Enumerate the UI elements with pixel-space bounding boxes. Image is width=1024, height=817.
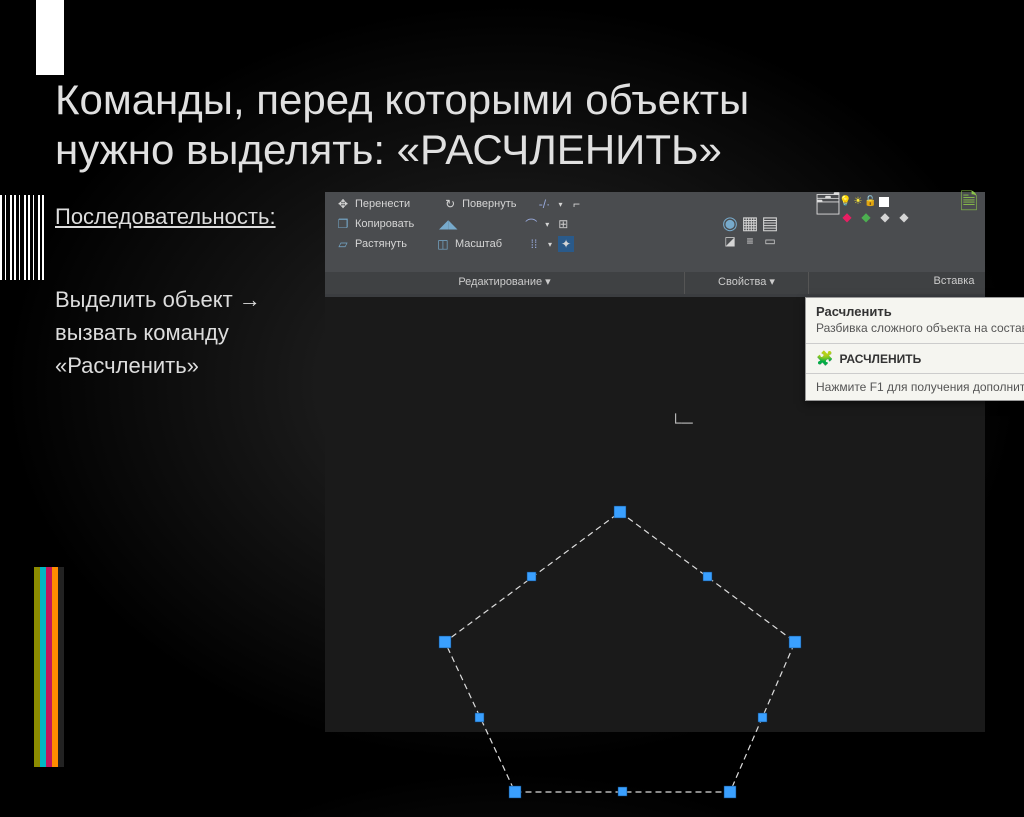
props-icon-5[interactable]: ≡ [742, 233, 758, 249]
dropdown-icon[interactable]: ▾ [545, 220, 549, 229]
rotate-button[interactable]: ↻ Повернуть [442, 196, 516, 212]
step-1: Выделить объект → [55, 283, 276, 316]
move-button[interactable]: ✥ Перенести [335, 196, 410, 212]
slide-body: Последовательность: Выделить объект → вы… [55, 200, 276, 382]
ribbon-layers-panel: 🗂 💡 ☀ 🔓 ◆ ◆ ◆ ◆ 🗎 [816, 192, 981, 272]
mirror-icon: ◢◣ [440, 216, 456, 232]
lock-icon[interactable]: 🔓 [864, 196, 876, 207]
ribbon: ✥ Перенести ↻ Повернуть -/· ▾ ⌐ ❐ Копиро… [325, 192, 985, 294]
tooltip-command-row: 🧩 РАСЧЛЕНИТЬ [806, 343, 1024, 373]
fillet-icon[interactable]: ⌒ [523, 216, 539, 232]
rotate-icon: ↻ [442, 196, 458, 212]
dropdown-icon[interactable]: ▾ [558, 200, 562, 209]
tooltip-help: Нажмите F1 для получения дополнительной … [806, 373, 1024, 400]
props-icon-2[interactable]: ▦ [742, 215, 758, 231]
slide-title: Команды, перед которыми объекты нужно вы… [55, 75, 749, 176]
sequence-label: Последовательность: [55, 200, 276, 233]
copy-button[interactable]: ❐ Копировать [335, 216, 414, 232]
stretch-button[interactable]: ▱ Растянуть [335, 236, 407, 252]
cad-screenshot: ✥ Перенести ↻ Повернуть -/· ▾ ⌐ ❐ Копиро… [325, 192, 985, 732]
scale-button[interactable]: ◫ Масштаб [435, 236, 502, 252]
props-icon-1[interactable]: ◉ [722, 215, 738, 231]
layer-color-swatch[interactable] [879, 197, 889, 207]
command-tooltip: Расчленить Разбивка сложного объекта на … [805, 297, 1024, 401]
decor-white-stripe [36, 0, 64, 75]
mirror-button[interactable]: ◢◣ [440, 216, 456, 232]
dropdown-icon[interactable]: ▾ [548, 240, 552, 249]
ribbon-props-panel: ◉ ▦ ▤ ◪ ≡ ▭ [690, 192, 810, 272]
bulb-icon[interactable]: 💡 [839, 196, 851, 207]
ribbon-modify-panel: ✥ Перенести ↻ Повернуть -/· ▾ ⌐ ❐ Копиро… [325, 192, 685, 272]
decor-color-bars [34, 567, 64, 767]
tooltip-title: Расчленить [806, 298, 1024, 321]
tool-icon-1[interactable]: ⌐ [568, 196, 584, 212]
insert-icon[interactable]: 🗎 [961, 196, 977, 212]
step-3: «Расчленить» [55, 349, 276, 382]
layer-tool-4[interactable]: ◆ [896, 209, 912, 225]
edit-panel-label[interactable]: Редактирование ▾ [325, 272, 685, 294]
title-line-2: нужно выделять: «РАСЧЛЕНИТЬ» [55, 126, 722, 173]
props-icon-4[interactable]: ◪ [722, 233, 738, 249]
title-line-1: Команды, перед которыми объекты [55, 76, 749, 123]
selected-polygon[interactable] [405, 487, 825, 817]
props-icon-6[interactable]: ▭ [762, 233, 778, 249]
layers-big-icon[interactable]: 🗂 [820, 196, 836, 212]
tooltip-command: РАСЧЛЕНИТЬ [839, 352, 921, 366]
layer-tool-1[interactable]: ◆ [839, 209, 855, 225]
explode-icon[interactable]: ✦ [558, 236, 574, 252]
cursor-indicator: └─ [670, 415, 716, 441]
layer-tool-2[interactable]: ◆ [858, 209, 874, 225]
rotate-label: Повернуть [462, 198, 516, 210]
decor-barcode [0, 195, 45, 280]
layer-tool-3[interactable]: ◆ [877, 209, 893, 225]
tool-icon-2[interactable]: ⊞ [555, 216, 571, 232]
scale-label: Масштаб [455, 238, 502, 250]
step-2: вызвать команду [55, 316, 276, 349]
copy-label: Копировать [355, 218, 414, 230]
tooltip-description: Разбивка сложного объекта на составляющи… [806, 321, 1024, 343]
copy-icon: ❐ [335, 216, 351, 232]
ribbon-panel-labels: Редактирование ▾ Свойства ▾ Вставка [325, 272, 985, 294]
move-label: Перенести [355, 198, 410, 210]
props-panel-label[interactable]: Свойства ▾ [685, 272, 809, 294]
trim-icon[interactable]: -/· [536, 196, 552, 212]
stretch-label: Растянуть [355, 238, 407, 250]
explode-cmd-icon: 🧩 [816, 350, 833, 367]
stretch-icon: ▱ [335, 236, 351, 252]
sun-icon[interactable]: ☀ [853, 196, 862, 207]
props-icon-3[interactable]: ▤ [762, 215, 778, 231]
move-icon: ✥ [335, 196, 351, 212]
scale-icon: ◫ [435, 236, 451, 252]
array-icon[interactable]: ⁞⁞ [526, 236, 542, 252]
insert-panel-label[interactable]: Вставка [923, 272, 985, 294]
